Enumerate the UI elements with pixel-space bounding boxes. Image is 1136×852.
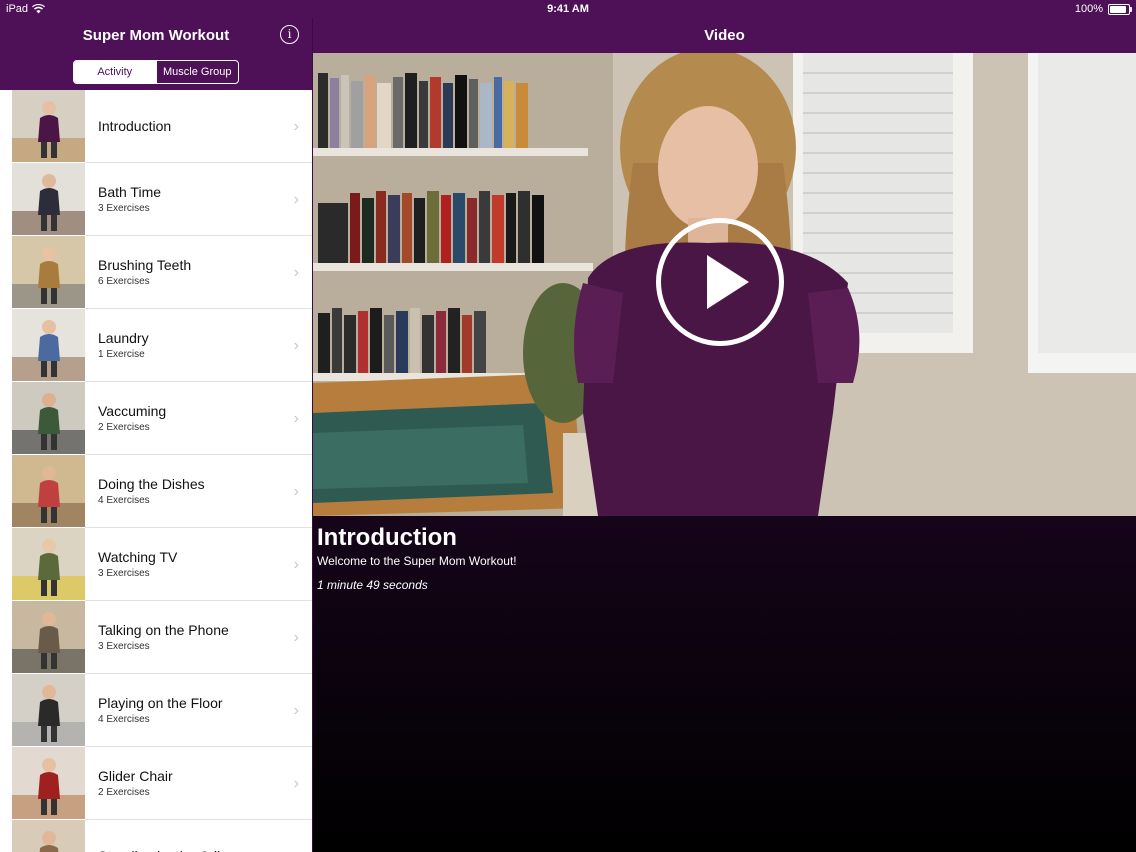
list-item-title: Introduction xyxy=(98,118,172,134)
chevron-right-icon: › xyxy=(293,775,299,792)
list-item-thumbnail xyxy=(12,601,85,673)
chevron-right-icon: › xyxy=(293,118,299,135)
list-item-text: Brushing Teeth 6 Exercises xyxy=(98,236,282,308)
list-item-thumbnail xyxy=(12,747,85,819)
list-item-title: Standing by the Crib xyxy=(98,848,282,852)
list-item-thumbnail xyxy=(12,674,85,746)
list-item-thumbnail xyxy=(12,382,85,454)
segment-activity[interactable]: Activity xyxy=(74,61,156,83)
list-item[interactable]: Brushing Teeth 6 Exercises › xyxy=(0,236,312,309)
video-player[interactable] xyxy=(313,53,1136,516)
list-item[interactable]: Watching TV 3 Exercises › xyxy=(0,528,312,601)
detail-nav-bar: Video xyxy=(313,18,1136,53)
chevron-right-icon: › xyxy=(293,264,299,281)
list-item-title: Playing on the Floor xyxy=(98,695,223,711)
list-item-title: Bath Time xyxy=(98,184,162,200)
chevron-right-icon: › xyxy=(293,483,299,500)
list-item-text: Glider Chair 2 Exercises xyxy=(98,747,282,819)
chevron-right-icon: › xyxy=(293,702,299,719)
video-title: Introduction xyxy=(317,524,457,551)
list-item-title: Vaccuming xyxy=(98,403,167,419)
list-item[interactable]: Laundry 1 Exercise › xyxy=(0,309,312,382)
chevron-right-icon: › xyxy=(294,848,299,852)
battery-fill xyxy=(1110,5,1126,13)
list-item[interactable]: Playing on the Floor 4 Exercises › xyxy=(0,674,312,747)
video-info: Introduction Welcome to the Super Mom Wo… xyxy=(317,524,517,592)
battery-percent: 100% xyxy=(1074,3,1103,15)
list-item-thumbnail xyxy=(12,528,85,600)
sidebar: Super Mom Workout i Activity Muscle Grou… xyxy=(0,0,313,852)
status-right: 100% xyxy=(1074,3,1132,15)
chevron-right-icon: › xyxy=(293,337,299,354)
list-item-subtitle: 3 Exercises xyxy=(98,203,150,214)
list-item-text: Bath Time 3 Exercises xyxy=(98,163,282,235)
list-item-text: Introduction xyxy=(98,90,282,162)
play-circle-icon[interactable] xyxy=(656,218,784,346)
list-item-title: Glider Chair xyxy=(98,768,173,784)
list-item[interactable]: Doing the Dishes 4 Exercises › xyxy=(0,455,312,528)
list-item-subtitle: 2 Exercises xyxy=(98,422,150,433)
list-item[interactable]: Bath Time 3 Exercises › xyxy=(0,163,312,236)
chevron-right-icon: › xyxy=(293,191,299,208)
chevron-right-icon: › xyxy=(293,629,299,646)
status-bar: iPad 9:41 AM 100% xyxy=(0,0,1136,18)
chevron-right-icon: › xyxy=(293,556,299,573)
list-item-title: Doing the Dishes xyxy=(98,476,205,492)
list-item-text: Watching TV 3 Exercises xyxy=(98,528,282,600)
status-time: 9:41 AM xyxy=(547,3,589,15)
list-item[interactable]: Talking on the Phone 3 Exercises › xyxy=(0,601,312,674)
list-item-subtitle: 1 Exercise xyxy=(98,349,145,360)
list-item-title: Laundry xyxy=(98,330,149,346)
list-item-thumbnail xyxy=(12,455,85,527)
chevron-right-icon: › xyxy=(293,410,299,427)
list-item-thumbnail xyxy=(12,236,85,308)
list-item-subtitle: 4 Exercises xyxy=(98,495,150,506)
list-item[interactable]: Vaccuming 2 Exercises › xyxy=(0,382,312,455)
list-item-title: Watching TV xyxy=(98,549,178,565)
info-circle-icon[interactable]: i xyxy=(280,25,299,44)
list-item-thumbnail xyxy=(12,820,85,852)
sidebar-nav-bar: Super Mom Workout i Activity Muscle Grou… xyxy=(0,18,312,90)
list-item[interactable]: Glider Chair 2 Exercises › xyxy=(0,747,312,820)
list-item[interactable]: Introduction › xyxy=(0,90,312,163)
detail-pane: Video Introduction Welcome to the Super … xyxy=(313,0,1136,852)
list-item-subtitle: 6 Exercises xyxy=(98,276,150,287)
list-item-title: Talking on the Phone xyxy=(98,622,229,638)
list-item[interactable]: Standing by the Crib › xyxy=(0,820,312,852)
list-item-text: Laundry 1 Exercise xyxy=(98,309,282,381)
list-item-text: Doing the Dishes 4 Exercises xyxy=(98,455,282,527)
list-item-text: Talking on the Phone 3 Exercises xyxy=(98,601,282,673)
list-item-thumbnail xyxy=(12,90,85,162)
list-item-text: Standing by the Crib xyxy=(98,820,282,852)
battery-icon xyxy=(1108,3,1132,15)
list-item-subtitle: 3 Exercises xyxy=(98,568,150,579)
list-item-title: Brushing Teeth xyxy=(98,257,192,273)
segment-muscle-group[interactable]: Muscle Group xyxy=(155,61,239,83)
list-item-subtitle: 2 Exercises xyxy=(98,787,150,798)
list-item-thumbnail xyxy=(12,309,85,381)
segmented-control: Activity Muscle Group xyxy=(73,60,239,84)
list-item-text: Playing on the Floor 4 Exercises xyxy=(98,674,282,746)
activity-list: Introduction › Bath Time 3 Exercises › Brushi… xyxy=(0,90,312,852)
video-description: Welcome to the Super Mom Workout! xyxy=(317,554,517,568)
list-item-thumbnail xyxy=(12,163,85,235)
detail-title: Video xyxy=(704,27,745,44)
list-item-subtitle: 4 Exercises xyxy=(98,714,150,725)
app-screen: Super Mom Workout i Activity Muscle Grou… xyxy=(0,0,1136,852)
list-item-subtitle: 3 Exercises xyxy=(98,641,150,652)
video-duration: 1 minute 49 seconds xyxy=(317,578,428,592)
list-item-text: Vaccuming 2 Exercises xyxy=(98,382,282,454)
sidebar-title: Super Mom Workout xyxy=(82,27,230,44)
